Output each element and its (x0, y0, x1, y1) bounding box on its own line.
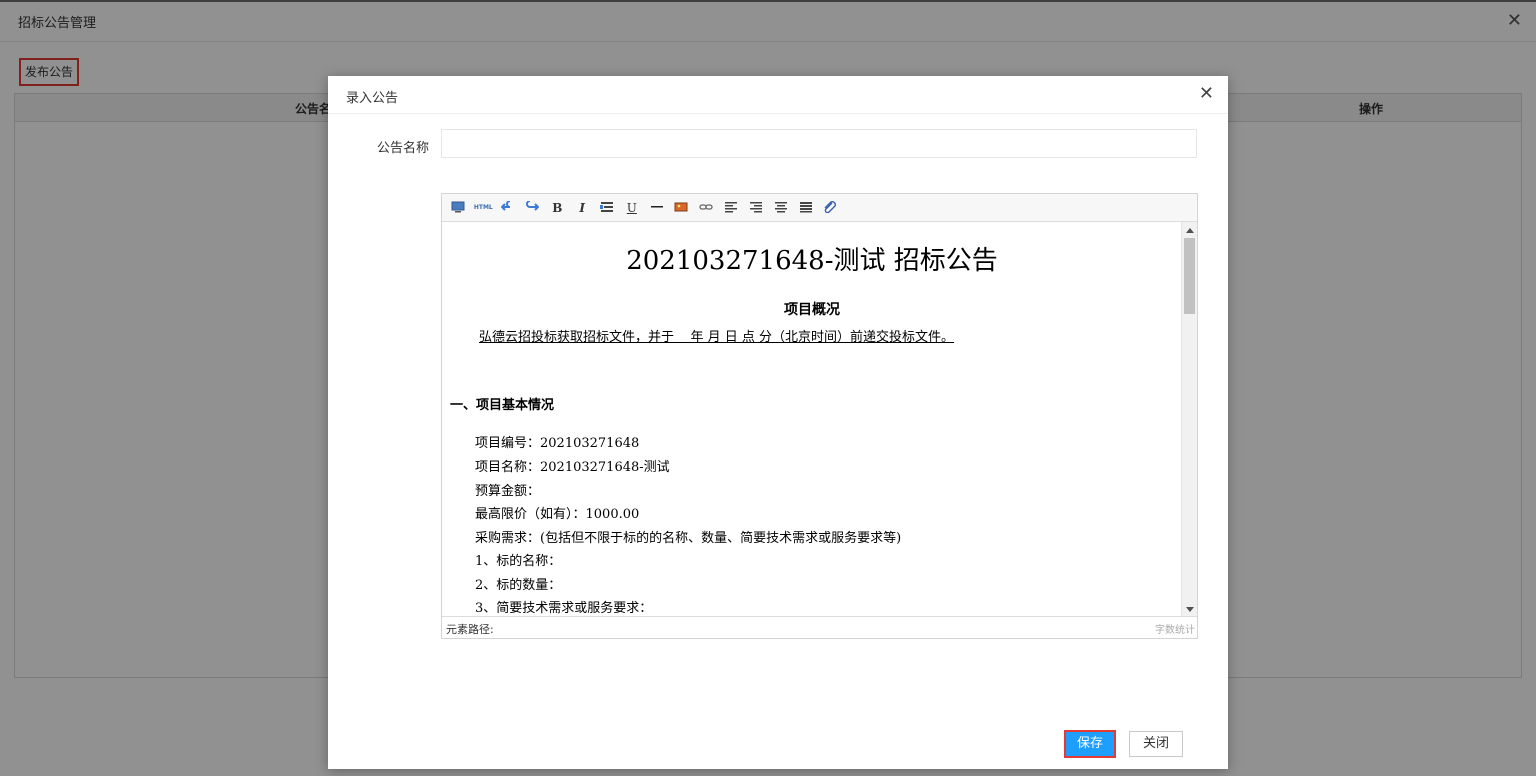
undo-icon[interactable] (499, 200, 517, 216)
align-right-icon[interactable] (747, 200, 765, 216)
document-title: 202103271648-测试 招标公告 (626, 246, 998, 276)
document-line: 项目编号：202103271648 (475, 436, 640, 451)
italic-icon[interactable]: I (573, 200, 591, 216)
source-icon[interactable] (449, 200, 467, 216)
editor-toolbar: HTML B I U (442, 194, 1197, 222)
close-icon[interactable]: ✕ (1199, 85, 1214, 103)
close-button[interactable]: 关闭 (1129, 731, 1183, 757)
dialog-title: 录入公告 (346, 91, 399, 106)
document-line: 2、标的数量： (475, 578, 562, 593)
rich-text-editor: HTML B I U 202103271648-测试 招标公告 项目概况 弘德云… (441, 193, 1198, 639)
announcement-name-label: 公告名称 (377, 141, 430, 156)
document-subtitle: 项目概况 (784, 302, 840, 318)
document-line: 预算金额： (475, 484, 541, 499)
element-path: 元素路径: (446, 623, 494, 636)
align-center-icon[interactable] (772, 200, 790, 216)
document-line: 1、标的名称： (475, 554, 562, 569)
redo-icon[interactable] (523, 200, 541, 216)
link-icon[interactable] (697, 200, 715, 216)
scroll-down-icon[interactable] (1186, 607, 1194, 612)
html-icon[interactable]: HTML (474, 200, 493, 216)
attachment-icon[interactable] (821, 200, 839, 216)
enter-announcement-dialog: 录入公告 ✕ 公告名称 HTML B I U 202103271648-测试 招… (328, 76, 1228, 769)
word-count: 字数统计 (1155, 625, 1195, 636)
editor-statusbar: 元素路径: 字数统计 (442, 616, 1197, 638)
save-button[interactable]: 保存 (1064, 730, 1116, 758)
editor-scrollbar[interactable] (1181, 222, 1197, 618)
document-intro: 弘德云招投标获取招标文件，并于 年 月 日 点 分（北京时间）前递交投标文件。 (479, 330, 955, 345)
image-icon[interactable] (672, 200, 690, 216)
align-left-icon[interactable] (722, 200, 740, 216)
document-line: 项目名称：202103271648-测试 (475, 460, 670, 475)
scroll-up-icon[interactable] (1186, 228, 1194, 233)
dialog-header: 录入公告 ✕ (328, 76, 1228, 114)
indent-icon[interactable] (598, 200, 616, 216)
editor-content[interactable]: 202103271648-测试 招标公告 项目概况 弘德云招投标获取招标文件，并… (442, 222, 1182, 618)
document-line: 采购需求：(包括但不限于标的的名称、数量、简要技术需求或服务要求等) (475, 531, 902, 546)
justify-icon[interactable] (797, 200, 815, 216)
document-line: 最高限价（如有）：1000.00 (475, 507, 640, 522)
horizontal-rule-icon[interactable] (648, 200, 666, 216)
underline-icon[interactable]: U (623, 200, 641, 216)
section-heading: 一、项目基本情况 (450, 398, 555, 413)
announcement-name-input[interactable] (441, 129, 1197, 158)
scrollbar-thumb[interactable] (1184, 238, 1195, 314)
document-line: 3、简要技术需求或服务要求： (475, 601, 653, 616)
bold-icon[interactable]: B (548, 200, 566, 216)
